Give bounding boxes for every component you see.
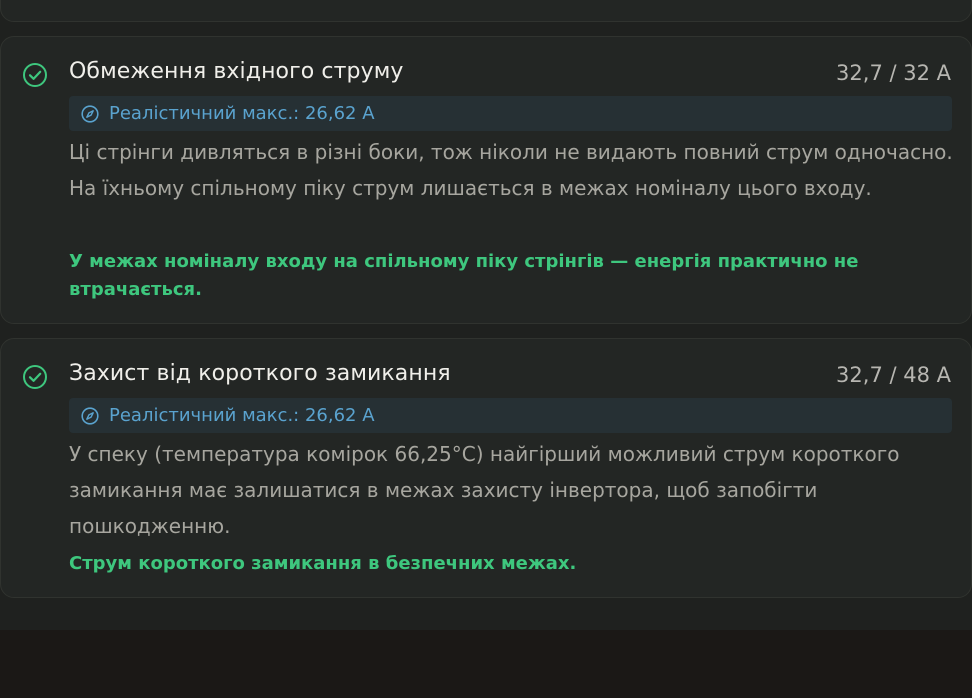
realistic-max-hint: Реалістичний макс.: 26,62 A — [69, 398, 952, 433]
check-description: Ці стрінги дивляться в різні боки, тож н… — [69, 140, 953, 200]
checks-panel: Обмеження вхідного струму 32,7 / 32 A Ре… — [0, 0, 972, 630]
check-title: Захист від короткого замикання — [69, 361, 451, 386]
compass-icon — [81, 105, 99, 123]
check-card-previous — [0, 0, 972, 22]
check-card-input-current: Обмеження вхідного струму 32,7 / 32 A Ре… — [0, 36, 972, 324]
check-description: У спеку (температура комірок 66,25°C) на… — [69, 442, 900, 538]
realistic-max-hint: Реалістичний макс.: 26,62 A — [69, 96, 952, 131]
compass-icon — [81, 407, 99, 425]
hint-text: Реалістичний макс.: 26,62 A — [109, 103, 375, 124]
check-circle-icon — [23, 365, 47, 389]
check-metric: 32,7 / 32 A — [836, 61, 951, 85]
check-verdict: Струм короткого замикання в безпечних ме… — [69, 553, 577, 574]
check-card-short-circuit: Захист від короткого замикання 32,7 / 48… — [0, 338, 972, 598]
check-verdict: У межах номіналу входу на спільному піку… — [69, 251, 859, 300]
check-title: Обмеження вхідного струму — [69, 59, 404, 84]
check-metric: 32,7 / 48 A — [836, 363, 951, 387]
check-circle-icon — [23, 63, 47, 87]
hint-text: Реалістичний макс.: 26,62 A — [109, 405, 375, 426]
